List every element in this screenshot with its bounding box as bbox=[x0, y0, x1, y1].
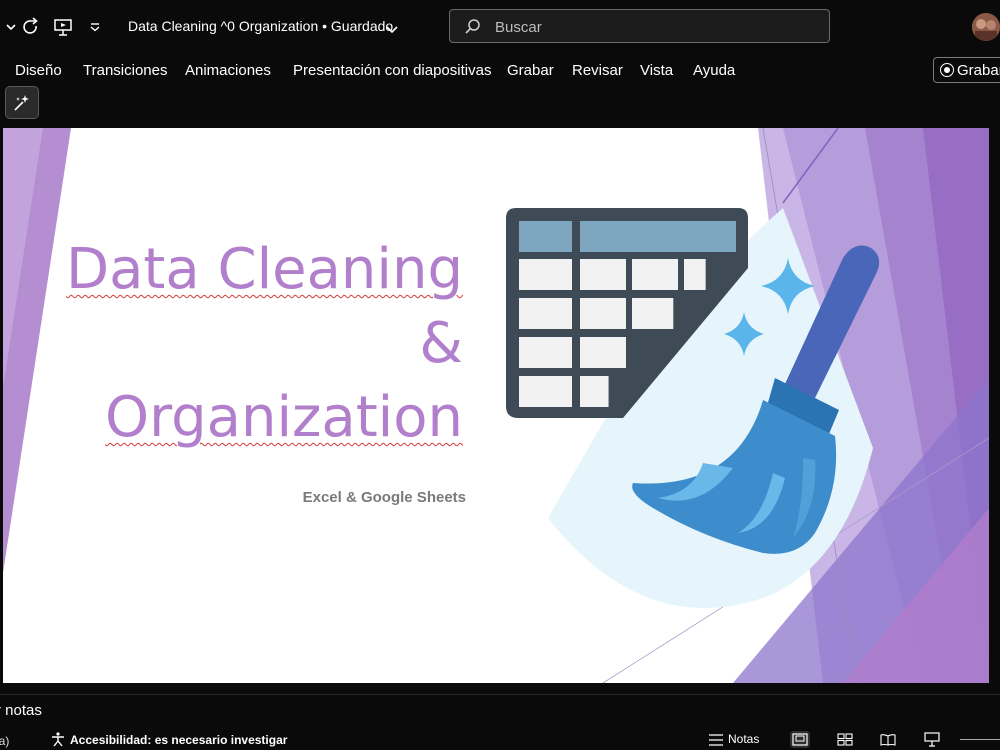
accessibility-icon bbox=[52, 732, 64, 747]
ribbon-tabs: Diseño Transiciones Animaciones Presenta… bbox=[0, 56, 1000, 86]
spreadsheet-cell bbox=[519, 298, 572, 329]
search-placeholder: Buscar bbox=[495, 19, 542, 36]
tab-animaciones[interactable]: Animaciones bbox=[185, 62, 271, 79]
status-language-fragment[interactable]: na) bbox=[0, 734, 9, 748]
title-chevron-down-icon[interactable] bbox=[386, 21, 398, 39]
record-icon bbox=[940, 63, 954, 77]
tab-diseno[interactable]: Diseño bbox=[15, 62, 62, 79]
slide-title-line-1: Data Cleaning bbox=[65, 237, 463, 302]
slide-title[interactable]: Data Cleaning & Organization bbox=[66, 233, 463, 455]
spreadsheet-cell bbox=[580, 298, 626, 329]
tab-transiciones[interactable]: Transiciones bbox=[83, 62, 167, 79]
notes-button[interactable]: Notas bbox=[708, 732, 759, 746]
accessibility-status[interactable]: Accesibilidad: es necesario investigar bbox=[50, 732, 287, 747]
slideshow-icon[interactable] bbox=[922, 731, 942, 748]
spreadsheet-cell bbox=[519, 259, 572, 290]
zoom-slider[interactable] bbox=[960, 739, 1000, 740]
accessibility-label: Accesibilidad: es necesario investigar bbox=[70, 732, 288, 747]
document-title[interactable]: Data Cleaning ^0 Organization • Guardado bbox=[128, 18, 393, 34]
spreadsheet-cell bbox=[632, 259, 678, 290]
record-button-label: Grabar bbox=[957, 62, 1000, 79]
slide-canvas[interactable]: Data Cleaning & Organization Excel & Goo… bbox=[3, 128, 989, 683]
spreadsheet-cell bbox=[519, 337, 572, 368]
slide-subtitle[interactable]: Excel & Google Sheets bbox=[303, 489, 466, 506]
notes-button-label: Notas bbox=[728, 732, 760, 746]
designer-button[interactable] bbox=[5, 86, 39, 119]
notes-pane[interactable]: r notas bbox=[0, 694, 1000, 729]
tab-grabar[interactable]: Grabar bbox=[507, 62, 554, 79]
spreadsheet-cell bbox=[580, 259, 626, 290]
customize-chevron-icon[interactable] bbox=[84, 16, 106, 38]
tab-revisar[interactable]: Revisar bbox=[572, 62, 623, 79]
notes-placeholder: r notas bbox=[0, 702, 42, 719]
record-button[interactable]: Grabar bbox=[933, 57, 1000, 83]
avatar[interactable] bbox=[972, 13, 1000, 41]
tab-ayuda[interactable]: Ayuda bbox=[693, 62, 735, 79]
slide-title-line-2: & bbox=[419, 311, 463, 376]
spreadsheet-cell bbox=[580, 337, 626, 368]
present-icon[interactable] bbox=[52, 16, 74, 38]
designer-icon bbox=[14, 94, 29, 111]
spreadsheet-cell bbox=[632, 298, 674, 329]
slide-sorter-icon[interactable] bbox=[835, 731, 855, 748]
slide-title-line-3: Organization bbox=[104, 385, 463, 450]
normal-view-icon[interactable] bbox=[790, 731, 810, 748]
spreadsheet-cell bbox=[684, 259, 706, 290]
reading-view-icon[interactable] bbox=[878, 731, 898, 748]
search-icon bbox=[464, 18, 481, 40]
search-box[interactable]: Buscar bbox=[449, 9, 830, 43]
status-bar: na) Accesibilidad: es necesario investig… bbox=[0, 729, 1000, 750]
title-bar: Data Cleaning ^0 Organization • Guardado… bbox=[0, 0, 1000, 54]
spreadsheet-cell bbox=[519, 376, 572, 407]
tab-presentacion[interactable]: Presentación con diapositivas bbox=[293, 62, 491, 79]
redo-icon[interactable] bbox=[20, 16, 42, 38]
undo-chevron-icon[interactable] bbox=[0, 16, 22, 38]
tab-vista[interactable]: Vista bbox=[640, 62, 673, 79]
notes-icon bbox=[709, 733, 723, 746]
spreadsheet-cell bbox=[580, 376, 609, 407]
